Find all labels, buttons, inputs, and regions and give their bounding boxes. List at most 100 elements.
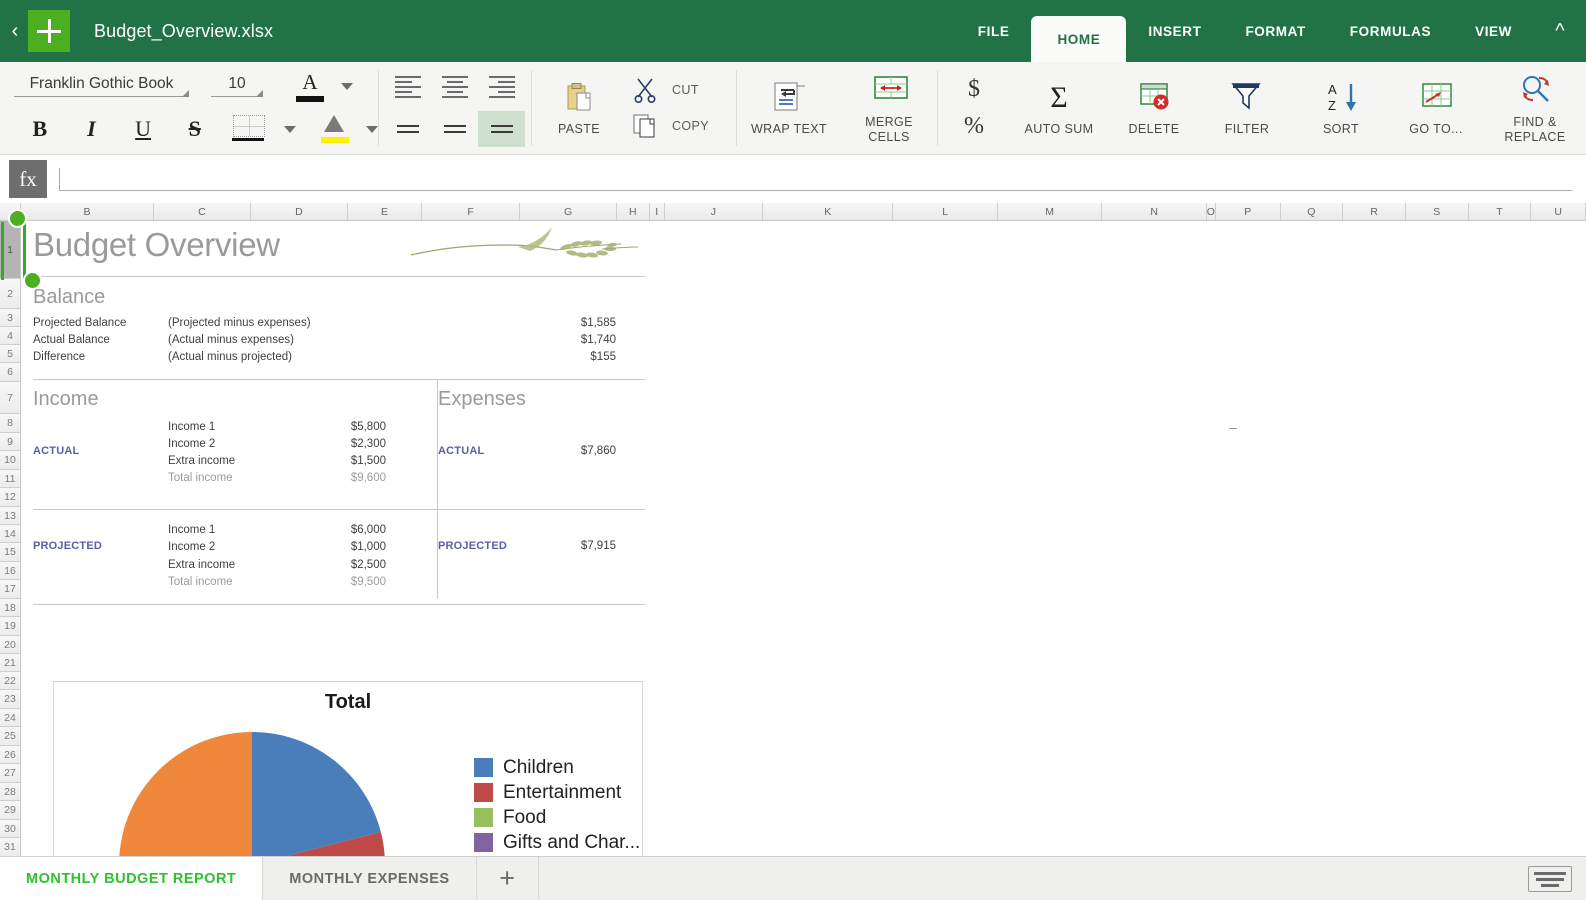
row-header-14[interactable]: 14 [0, 525, 20, 543]
column-header-c[interactable]: C [154, 203, 251, 220]
sheet-tab-monthly-expenses[interactable]: MONTHLY EXPENSES [263, 857, 477, 900]
formula-input[interactable] [59, 167, 1572, 191]
borders-icon[interactable] [227, 114, 271, 144]
wrap-text-button[interactable]: WRAP TEXT [737, 79, 841, 136]
row-header-17[interactable]: 17 [0, 580, 20, 599]
column-header-r[interactable]: R [1343, 203, 1406, 220]
chevron-up-icon[interactable]: ^ [1534, 0, 1586, 62]
keyboard-icon[interactable] [1528, 866, 1572, 892]
column-header-h[interactable]: H [616, 203, 650, 220]
column-header-s[interactable]: S [1405, 203, 1469, 220]
column-header-e[interactable]: E [348, 203, 422, 220]
column-header-i[interactable]: I [649, 203, 665, 220]
tab-insert[interactable]: INSERT [1126, 0, 1223, 62]
font-color-icon[interactable]: A [293, 70, 327, 102]
row-header-31[interactable]: 31 [0, 838, 20, 857]
column-header-d[interactable]: D [250, 203, 349, 220]
row-header-23[interactable]: 23 [0, 690, 20, 709]
column-header-u[interactable]: U [1531, 203, 1586, 220]
row-header-15[interactable]: 15 [0, 543, 20, 562]
row-header-30[interactable]: 30 [0, 820, 20, 838]
row-header-27[interactable]: 27 [0, 764, 20, 783]
selection-handle-bottom[interactable] [23, 271, 42, 290]
row-header-19[interactable]: 19 [0, 617, 20, 636]
column-header-k[interactable]: K [763, 203, 894, 220]
align-bottom-icon[interactable] [478, 111, 526, 147]
highlight-chevron-down-icon[interactable] [366, 125, 379, 133]
sort-button[interactable]: A Z SORT [1294, 79, 1388, 136]
row-header-11[interactable]: 11 [0, 470, 20, 488]
column-header-g[interactable]: G [520, 203, 617, 220]
row-header-4[interactable]: 4 [0, 327, 20, 345]
column-header-o[interactable]: O [1207, 203, 1216, 220]
tab-file[interactable]: FILE [956, 0, 1032, 62]
bold-button[interactable]: B [14, 116, 66, 142]
sheet-tab-monthly-budget-report[interactable]: MONTHLY BUDGET REPORT [0, 857, 264, 900]
tab-home[interactable]: HOME [1031, 16, 1127, 62]
plus-icon[interactable] [28, 10, 70, 52]
font-name-select[interactable]: Franklin Gothic Book [14, 75, 189, 97]
delete-button[interactable]: DELETE [1108, 79, 1200, 136]
font-size-select[interactable]: 10 [211, 75, 263, 97]
row-header-8[interactable]: 8 [0, 414, 20, 433]
go-to-button[interactable]: GO TO... [1388, 79, 1484, 136]
row-header-16[interactable]: 16 [0, 562, 20, 580]
column-header-n[interactable]: N [1102, 203, 1207, 220]
tab-formulas[interactable]: FORMULAS [1328, 0, 1453, 62]
add-sheet-button[interactable]: + [477, 857, 539, 900]
italic-button[interactable]: I [66, 116, 118, 142]
row-header-13[interactable]: 13 [0, 507, 20, 525]
row-header-12[interactable]: 12 [0, 488, 20, 507]
row-header-6[interactable]: 6 [0, 363, 20, 382]
column-header-f[interactable]: F [421, 203, 521, 220]
paste-button[interactable]: PASTE [532, 79, 626, 136]
column-header-q[interactable]: Q [1280, 203, 1344, 220]
merge-cells-button[interactable]: MERGE CELLS [841, 72, 937, 144]
find-replace-button[interactable]: FIND & REPLACE [1484, 72, 1586, 144]
auto-sum-button[interactable]: Σ AUTO SUM [1010, 79, 1108, 136]
row-header-7[interactable]: 7 [0, 382, 20, 414]
column-header-l[interactable]: L [893, 203, 998, 220]
highlight-color-icon[interactable] [318, 114, 352, 144]
row-header-9[interactable]: 9 [0, 433, 20, 451]
row-header-18[interactable]: 18 [0, 599, 20, 617]
percent-format-button[interactable]: % [964, 113, 984, 140]
row-header-2[interactable]: 2 [0, 279, 20, 309]
column-header-j[interactable]: J [664, 203, 764, 220]
cut-button[interactable]: CUT [632, 77, 709, 103]
row-header-3[interactable]: 3 [0, 309, 20, 327]
font-color-chevron-down-icon[interactable] [341, 82, 353, 90]
row-header-29[interactable]: 29 [0, 801, 20, 820]
column-header-t[interactable]: T [1468, 203, 1532, 220]
filter-button[interactable]: FILTER [1200, 79, 1294, 136]
tab-view[interactable]: VIEW [1453, 0, 1534, 62]
align-center-icon[interactable] [432, 69, 479, 105]
column-header-b[interactable]: B [20, 203, 155, 220]
row-header-21[interactable]: 21 [0, 654, 20, 672]
row-header-22[interactable]: 22 [0, 672, 20, 690]
column-header-m[interactable]: M [997, 203, 1103, 220]
copy-button[interactable]: COPY [632, 113, 709, 139]
row-header-28[interactable]: 28 [0, 783, 20, 801]
column-header-p[interactable]: P [1215, 203, 1281, 220]
function-button[interactable]: fx [9, 160, 47, 198]
tab-format[interactable]: FORMAT [1223, 0, 1327, 62]
selection-handle-top[interactable] [8, 209, 27, 228]
total-pie-chart[interactable]: Total Children Entertainment Food Gifts and… [53, 681, 643, 856]
borders-chevron-down-icon[interactable] [284, 125, 297, 133]
strikethrough-button[interactable]: S [169, 116, 221, 142]
row-header-26[interactable]: 26 [0, 746, 20, 764]
row-header-20[interactable]: 20 [0, 636, 20, 654]
currency-format-button[interactable]: $ [968, 76, 980, 103]
row-header-24[interactable]: 24 [0, 709, 20, 727]
align-top-icon[interactable] [385, 111, 432, 147]
row-header-10[interactable]: 10 [0, 451, 20, 470]
chevron-left-icon[interactable]: ‹ [0, 0, 26, 62]
align-right-icon[interactable] [478, 69, 525, 105]
sheet-canvas[interactable]: Budget Overview Balance Projected Balanc… [21, 221, 1586, 856]
underline-button[interactable]: U [117, 116, 169, 142]
row-header-25[interactable]: 25 [0, 727, 20, 746]
align-middle-icon[interactable] [432, 111, 479, 147]
row-header-5[interactable]: 5 [0, 345, 20, 363]
align-left-icon[interactable] [385, 69, 432, 105]
